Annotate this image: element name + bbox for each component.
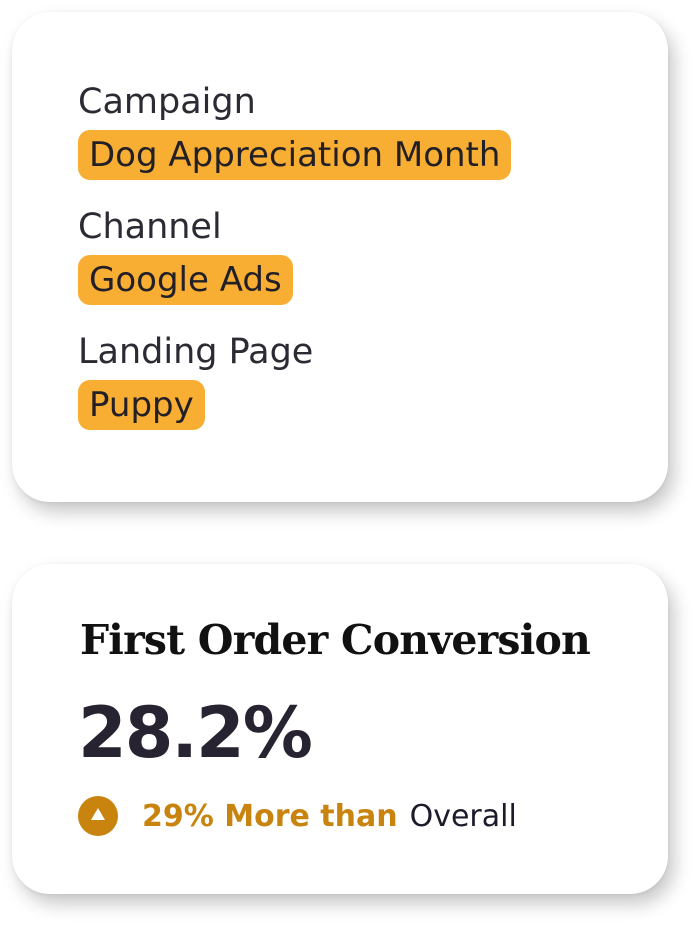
comparison-baseline: Overall xyxy=(409,798,517,834)
campaign-label: Campaign xyxy=(78,82,256,122)
metric-value: 28.2% xyxy=(78,692,313,774)
metric-title: First Order Conversion xyxy=(80,616,591,664)
channel-field: Channel Google Ads xyxy=(78,207,668,305)
channel-tag: Google Ads xyxy=(78,255,293,305)
campaign-field: Campaign Dog Appreciation Month xyxy=(78,82,668,180)
comparison-delta: 29% More than xyxy=(142,798,398,834)
landing-page-label: Landing Page xyxy=(78,332,314,372)
attributes-card: Campaign Dog Appreciation Month Channel … xyxy=(12,12,668,502)
campaign-tag: Dog Appreciation Month xyxy=(78,130,512,180)
metric-card: First Order Conversion 28.2% 29% More th… xyxy=(12,564,668,894)
arrow-up-circle-icon xyxy=(78,796,118,836)
channel-label: Channel xyxy=(78,207,222,247)
landing-page-field: Landing Page Puppy xyxy=(78,332,668,430)
comparison-row: 29% More than Overall xyxy=(78,794,517,838)
landing-page-tag: Puppy xyxy=(78,380,205,430)
